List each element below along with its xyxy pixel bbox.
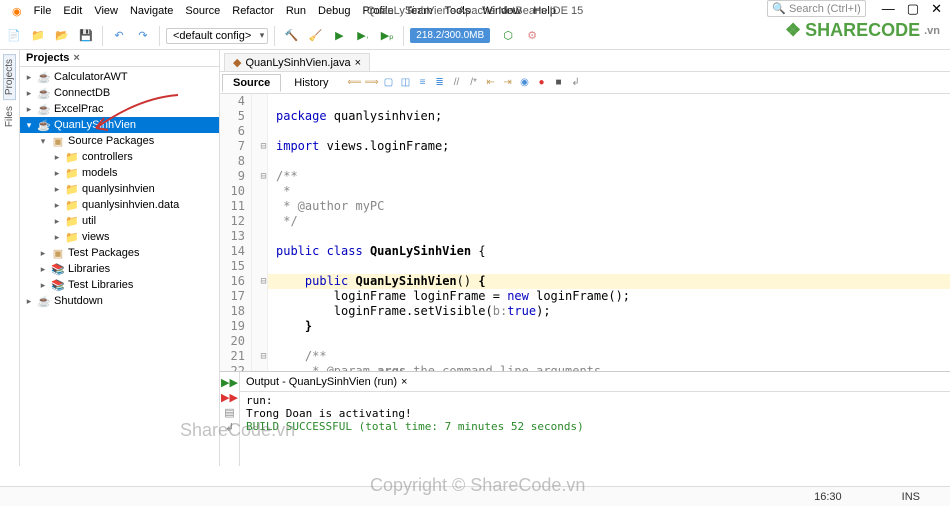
tree-item[interactable]: ▸☕Shutdown	[20, 293, 219, 309]
memory-indicator[interactable]: 218.2/300.0MB	[410, 28, 490, 43]
search-placeholder: Search (Ctrl+I)	[789, 3, 861, 15]
status-bar: 16:30 INS	[0, 486, 950, 506]
bookmark-icon[interactable]: ◫	[399, 76, 413, 90]
rail-projects[interactable]: Projects	[3, 54, 16, 100]
gear-icon[interactable]: ⚙	[522, 26, 542, 46]
tree-item[interactable]: ▸📚Test Libraries	[20, 277, 219, 293]
tree-item[interactable]: ▸📁util	[20, 213, 219, 229]
rail-files[interactable]: Files	[4, 102, 15, 131]
code-editor[interactable]: 4567891011121314151617181920212223242526…	[220, 94, 950, 371]
project-tree[interactable]: ▸☕CalculatorAWT▸☕ConnectDB▸☕ExcelPrac▾☕Q…	[20, 67, 219, 466]
tree-item[interactable]: ▸📚Libraries	[20, 261, 219, 277]
title-bar: ◉ File Edit View Navigate Source Refacto…	[0, 0, 950, 22]
menu-refactor[interactable]: Refactor	[232, 5, 274, 17]
menu-file[interactable]: File	[34, 5, 52, 17]
rerun-icon[interactable]: ▶▶	[221, 376, 238, 389]
comment-icon[interactable]: //	[450, 76, 464, 90]
menu-source[interactable]: Source	[185, 5, 220, 17]
hammer-icon[interactable]: 🔨	[281, 26, 301, 46]
tree-item[interactable]: ▸☕ConnectDB	[20, 85, 219, 101]
wrap-icon[interactable]: ↲	[569, 76, 583, 90]
sharecode-logo: ❖ SHARECODE.vn	[785, 20, 940, 41]
undo-icon[interactable]: ↶	[109, 26, 129, 46]
output-title: Output - QuanLySinhVien (run)	[246, 376, 397, 388]
out-wrap-icon[interactable]: ↲	[225, 421, 234, 434]
clean-icon[interactable]: 🧹	[305, 26, 325, 46]
stop-icon[interactable]: ■	[552, 76, 566, 90]
tree-item[interactable]: ▸☕ExcelPrac	[20, 101, 219, 117]
output-panel: ▶▶ ▶▶ ▤ ↲ Output - QuanLySinhVien (run) …	[220, 371, 950, 466]
java-icon: ◆	[233, 56, 241, 69]
tree-item[interactable]: ▸📁quanlysinhvien	[20, 181, 219, 197]
format2-icon[interactable]: ≣	[433, 76, 447, 90]
nav-back-icon[interactable]: ⟸	[348, 76, 362, 90]
plugin-icon[interactable]: ⬡	[498, 26, 518, 46]
tree-item[interactable]: ▸☕CalculatorAWT	[20, 69, 219, 85]
run-icon[interactable]: ▶	[329, 26, 349, 46]
tree-item[interactable]: ▾☕QuanLySinhVien	[20, 117, 219, 133]
window-title: QuanLySinhVien - Apache NetBeans IDE 15	[367, 5, 583, 17]
nav-fwd-icon[interactable]: ⟹	[365, 76, 379, 90]
status-mode: INS	[902, 491, 920, 503]
projects-title: Projects	[26, 52, 69, 64]
tree-item[interactable]: ▸📁controllers	[20, 149, 219, 165]
logo-icon: ❖	[785, 20, 801, 41]
macro-icon[interactable]: ◉	[518, 76, 532, 90]
menu-navigate[interactable]: Navigate	[130, 5, 173, 17]
new-file-icon[interactable]: 📄	[4, 26, 24, 46]
format-icon[interactable]: ≡	[416, 76, 430, 90]
save-icon[interactable]: 💾	[76, 26, 96, 46]
tree-item[interactable]: ▸📁quanlysinhvien.data	[20, 197, 219, 213]
menu-view[interactable]: View	[94, 5, 118, 17]
search-input[interactable]: 🔍 Search (Ctrl+I)	[767, 0, 866, 17]
config-dropdown[interactable]: <default config>	[166, 28, 268, 44]
redo-icon[interactable]: ↷	[133, 26, 153, 46]
editor-tab[interactable]: ◆ QuanLySinhVien.java ×	[224, 53, 370, 71]
shift-left-icon[interactable]: ⇤	[484, 76, 498, 90]
record-icon[interactable]: ●	[535, 76, 549, 90]
uncomment-icon[interactable]: /*	[467, 76, 481, 90]
menu-run[interactable]: Run	[286, 5, 306, 17]
menu-debug[interactable]: Debug	[318, 5, 350, 17]
editor-panel: ◆ QuanLySinhVien.java × Source History ⟸…	[220, 50, 950, 466]
new-project-icon[interactable]: 📁	[28, 26, 48, 46]
tree-item[interactable]: ▸▣Test Packages	[20, 245, 219, 261]
open-icon[interactable]: 📂	[52, 26, 72, 46]
tab-history[interactable]: History	[283, 74, 339, 92]
tree-item[interactable]: ▸📁models	[20, 165, 219, 181]
search-icon: 🔍	[772, 2, 786, 15]
status-time: 16:30	[814, 491, 842, 503]
maximize-button[interactable]: ▢	[907, 1, 919, 17]
tree-item[interactable]: ▾▣Source Packages	[20, 133, 219, 149]
output-text[interactable]: run: Trong Doan is activating! BUILD SUC…	[240, 392, 950, 435]
close-icon[interactable]: ×	[401, 376, 407, 388]
close-icon[interactable]: ×	[355, 57, 361, 69]
close-icon[interactable]: ×	[73, 52, 79, 64]
find-icon[interactable]: ▢	[382, 76, 396, 90]
app-icon: ◉	[12, 5, 22, 18]
close-button[interactable]: ✕	[931, 1, 942, 17]
projects-panel: Projects × ▸☕CalculatorAWT▸☕ConnectDB▸☕E…	[20, 50, 220, 466]
left-rail: Projects Files	[0, 50, 20, 466]
debug-icon[interactable]: ▶˒	[353, 26, 373, 46]
shift-right-icon[interactable]: ⇥	[501, 76, 515, 90]
out-save-icon[interactable]: ▤	[224, 406, 234, 419]
menu-edit[interactable]: Edit	[63, 5, 82, 17]
stop-run-icon[interactable]: ▶▶	[221, 391, 238, 404]
profile-icon[interactable]: ▶ₚ	[377, 26, 397, 46]
tab-source[interactable]: Source	[222, 74, 281, 92]
tree-item[interactable]: ▸📁views	[20, 229, 219, 245]
minimize-button[interactable]: —	[882, 1, 895, 17]
